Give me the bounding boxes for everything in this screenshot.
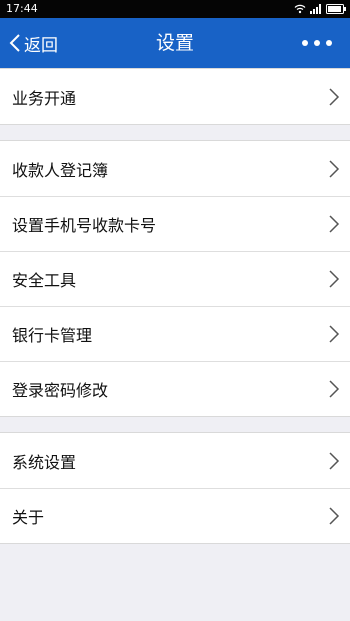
chevron-right-icon	[329, 160, 340, 178]
chevron-right-icon	[329, 325, 340, 343]
list-item-about[interactable]: 关于	[0, 488, 350, 543]
status-icons	[294, 3, 346, 15]
chevron-right-icon	[329, 380, 340, 398]
status-time: 17:44	[6, 2, 38, 15]
signal-icon	[310, 4, 321, 14]
list-item-label: 银行卡管理	[12, 325, 93, 345]
list-item-label: 系统设置	[12, 452, 77, 472]
list-item-label: 关于	[12, 507, 45, 527]
list-item-payee-register[interactable]: 收款人登记簿	[0, 141, 350, 196]
chevron-right-icon	[329, 270, 340, 288]
list-item-password-change[interactable]: 登录密码修改	[0, 361, 350, 416]
list-item-security-tools[interactable]: 安全工具	[0, 251, 350, 306]
back-label: 返回	[24, 35, 58, 56]
more-dot-icon	[302, 40, 308, 46]
list-item-card-management[interactable]: 银行卡管理	[0, 306, 350, 361]
list-item-system-settings[interactable]: 系统设置	[0, 433, 350, 488]
list-item-label: 安全工具	[12, 270, 77, 290]
settings-group: 收款人登记簿 设置手机号收款卡号 安全工具 银行卡管理 登录密码修改	[0, 140, 350, 417]
list-item-business-activation[interactable]: 业务开通	[0, 69, 350, 124]
settings-group: 系统设置 关于	[0, 432, 350, 544]
nav-bar: 返回 设置	[0, 18, 350, 68]
list-item-label: 登录密码修改	[12, 380, 109, 400]
status-bar: 17:44	[0, 0, 350, 18]
list-item-phone-receiving-card[interactable]: 设置手机号收款卡号	[0, 196, 350, 251]
settings-list: 业务开通 收款人登记簿 设置手机号收款卡号 安全工具 银行卡管理 登录密码修改	[0, 68, 350, 621]
chevron-left-icon	[9, 34, 20, 52]
list-item-label: 业务开通	[12, 88, 77, 108]
chevron-right-icon	[329, 452, 340, 470]
wifi-icon	[294, 4, 306, 14]
list-item-label: 收款人登记簿	[12, 160, 109, 180]
settings-group: 业务开通	[0, 68, 350, 125]
chevron-right-icon	[329, 507, 340, 525]
chevron-right-icon	[329, 88, 340, 106]
chevron-right-icon	[329, 215, 340, 233]
more-dot-icon	[326, 40, 332, 46]
list-item-label: 设置手机号收款卡号	[12, 215, 157, 235]
more-dot-icon	[314, 40, 320, 46]
back-button[interactable]: 返回	[8, 18, 58, 68]
more-button[interactable]	[302, 35, 332, 51]
battery-icon	[326, 4, 346, 14]
